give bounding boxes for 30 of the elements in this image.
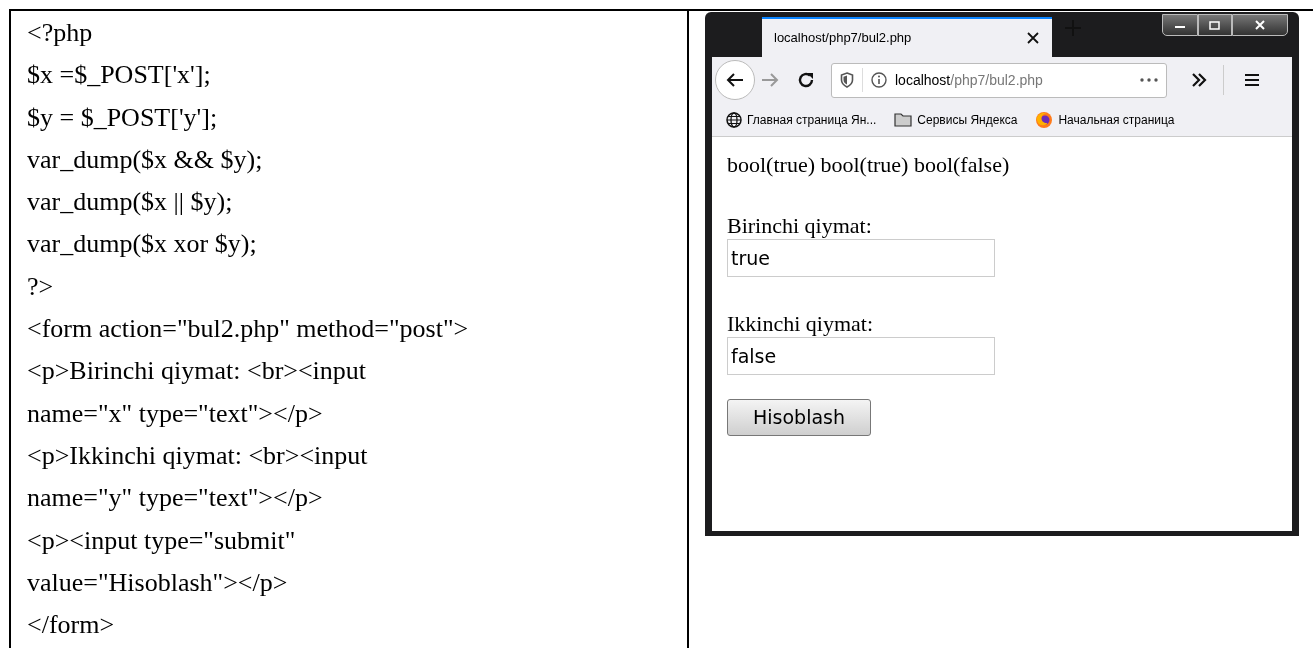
reload-icon[interactable] (797, 71, 815, 89)
field-label: Ikkinchi qiymat: (727, 311, 875, 337)
address-bar[interactable]: localhost/php7/bul2.php (831, 62, 1167, 98)
bookmark-link[interactable]: Начальная страница (1058, 110, 1175, 129)
browser-tab[interactable]: localhost/php7/bul2.php (762, 17, 1052, 57)
chevron-icon[interactable] (1191, 73, 1207, 87)
code-cell: <?php $x =$_POST['x']; $y = $_POST['y']; var_dump($x && $y); var_dump($x || $y); var_dump($x xor $y); ?> <form action="bul2.php" method="post"> <p>Birinchi qiymat: <br><input name="x" type="text"></p> <p>Ikkinchi qiymat: <br><input name="y" type="text"></p> <p><input type="submit" value="Hisoblash"></p> </form> (9, 9, 689, 648)
field-label: Birinchi qiymat: (727, 213, 873, 239)
submit-button[interactable]: Hisoblash (727, 399, 871, 436)
close-button[interactable] (1232, 14, 1288, 36)
bookmark-link[interactable]: Сервисы Яндекса (917, 110, 1018, 129)
globe-icon (726, 111, 742, 128)
minimize-button[interactable] (1162, 14, 1198, 36)
more-icon[interactable] (1140, 78, 1158, 82)
back-button[interactable] (715, 60, 755, 100)
bookmark-link[interactable]: Главная страница Ян... (747, 110, 877, 129)
folder-icon (894, 112, 913, 127)
close-tab-icon[interactable] (1026, 31, 1040, 45)
maximize-icon (1209, 20, 1221, 30)
output-text: bool(true) bool(true) bool(false) (727, 151, 1011, 179)
info-icon[interactable] (871, 72, 887, 88)
menu-icon[interactable] (1244, 73, 1260, 87)
close-icon (1254, 20, 1266, 30)
address-text: localhost/php7/bul2.php (895, 70, 1044, 90)
maximize-button[interactable] (1198, 14, 1232, 36)
input-field[interactable]: false (727, 337, 995, 375)
input-field[interactable]: true (727, 239, 995, 277)
fox-globe-icon (1035, 110, 1054, 129)
back-arrow-icon (726, 72, 744, 88)
shield-icon (840, 72, 854, 88)
